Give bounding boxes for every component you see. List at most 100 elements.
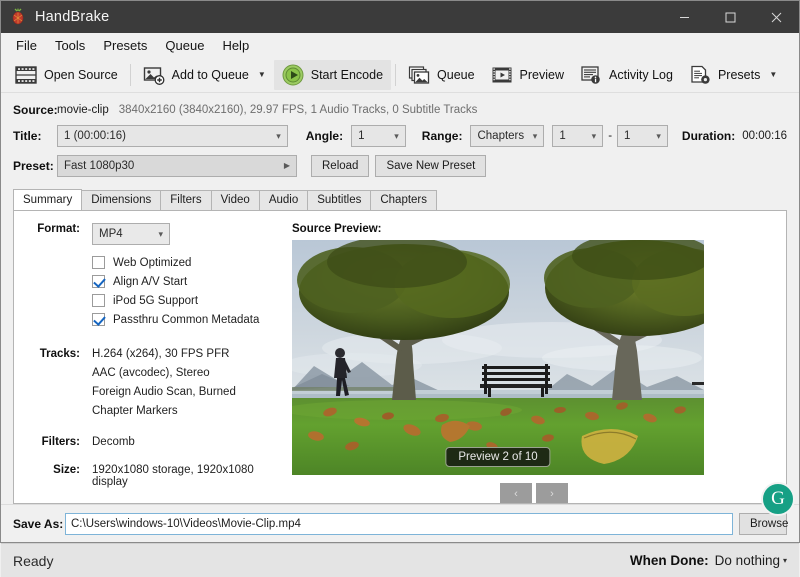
presets-toolbar-label: Presets	[717, 67, 761, 82]
preset-row: Preset: Fast 1080p30 ▶ Reload Save New P…	[13, 151, 787, 181]
filters-label: Filters:	[41, 436, 80, 448]
cursor-overlay-badge: G	[761, 482, 795, 516]
stacked-images-icon	[408, 65, 430, 85]
maximize-icon[interactable]	[707, 1, 753, 33]
chevron-down-icon: ▾	[532, 131, 538, 141]
menu-item-help[interactable]: Help	[213, 35, 258, 56]
source-details: 3840x2160 (3840x2160), 29.97 FPS, 1 Audi…	[118, 104, 478, 116]
align-av-start-label: Align A/V Start	[113, 275, 188, 288]
tab-subtitles[interactable]: Subtitles	[307, 190, 372, 210]
queue-button[interactable]: Queue	[400, 60, 483, 90]
source-metadata-area: Source: movie-clip 3840x2160 (3840x2160)…	[1, 93, 799, 181]
chevron-down-icon[interactable]: ▼	[769, 70, 777, 79]
track-item: H.264 (x264), 30 FPS PFR	[92, 348, 230, 360]
chevron-down-icon[interactable]: ▼	[258, 70, 266, 79]
start-encode-button[interactable]: Start Encode	[273, 59, 392, 90]
open-source-button[interactable]: Open Source	[7, 60, 126, 90]
title-select[interactable]: 1 (00:00:16) ▾	[57, 125, 288, 147]
align-av-start-checkbox[interactable]	[92, 275, 105, 288]
save-as-label: Save As:	[13, 517, 64, 531]
tab-summary[interactable]: Summary	[13, 189, 83, 210]
save-new-preset-button[interactable]: Save New Preset	[375, 155, 487, 177]
tracks-list: H.264 (x264), 30 FPS PFR AAC (avcodec), …	[92, 348, 236, 417]
tracks-row: Tracks: H.264 (x264), 30 FPS PFR AAC (av…	[14, 348, 290, 417]
activity-log-button[interactable]: Activity Log	[572, 60, 681, 90]
source-preview-image[interactable]: Preview 2 of 10	[292, 240, 704, 475]
source-preview-label: Source Preview:	[292, 223, 382, 235]
start-encode-label: Start Encode	[310, 67, 384, 82]
ipod-5g-support-checkbox-row[interactable]: iPod 5G Support	[14, 294, 290, 307]
activity-log-label: Activity Log	[609, 67, 673, 82]
range-end-select[interactable]: 1 ▾	[617, 125, 668, 147]
size-label: Size:	[53, 464, 80, 476]
tracks-label: Tracks:	[39, 348, 80, 360]
queue-label: Queue	[437, 67, 475, 82]
range-type-select[interactable]: Chapters ▾	[470, 125, 545, 147]
menu-item-tools[interactable]: Tools	[46, 35, 94, 56]
tab-chapters[interactable]: Chapters	[370, 190, 438, 210]
range-start-value: 1	[559, 130, 566, 142]
range-end-value: 1	[624, 130, 631, 142]
angle-label: Angle:	[305, 129, 344, 143]
preset-label: Preset:	[13, 159, 54, 173]
source-row: Source: movie-clip 3840x2160 (3840x2160)…	[13, 99, 787, 121]
preview-prev-button[interactable]: ‹	[500, 483, 532, 503]
size-row: Size: 1920x1080 storage, 1920x1080 displ…	[14, 464, 290, 488]
range-dash: -	[608, 130, 613, 142]
web-optimized-label: Web Optimized	[113, 256, 192, 269]
play-circle-icon	[282, 64, 304, 86]
browse-button[interactable]: Browse	[739, 513, 788, 535]
tab-dimensions[interactable]: Dimensions	[81, 190, 162, 210]
add-to-queue-label: Add to Queue	[171, 67, 249, 82]
ipod-5g-support-checkbox[interactable]	[92, 294, 105, 307]
duration-value: 00:00:16	[742, 130, 787, 142]
title-select-value: 1 (00:00:16)	[64, 130, 127, 142]
range-label: Range:	[421, 129, 463, 143]
toolbar-separator-1	[129, 63, 131, 86]
minimize-icon[interactable]	[661, 1, 707, 33]
when-done-value[interactable]: Do nothing	[715, 553, 780, 568]
menu-item-queue[interactable]: Queue	[156, 35, 213, 56]
close-icon[interactable]	[753, 1, 799, 33]
web-optimized-checkbox-row[interactable]: Web Optimized	[14, 256, 290, 269]
presets-toolbar-button[interactable]: Presets ▼	[681, 60, 785, 90]
menu-bar: File Tools Presets Queue Help	[1, 33, 799, 57]
tab-audio[interactable]: Audio	[258, 190, 309, 210]
film-frame-icon	[491, 65, 513, 85]
preset-select[interactable]: Fast 1080p30 ▶	[57, 155, 297, 177]
chevron-down-icon: ▾	[591, 131, 597, 141]
range-type-value: Chapters	[477, 130, 525, 142]
preview-button[interactable]: Preview	[483, 60, 572, 90]
passthru-metadata-label: Passthru Common Metadata	[113, 313, 260, 326]
format-select[interactable]: MP4 ▾	[92, 223, 170, 245]
save-as-input[interactable]	[65, 513, 733, 535]
open-source-label: Open Source	[44, 67, 118, 82]
title-row: Title: 1 (00:00:16) ▾ Angle: 1 ▾ Range: …	[13, 121, 787, 151]
tab-filters[interactable]: Filters	[160, 190, 212, 210]
window-title: HandBrake	[35, 9, 110, 25]
angle-select[interactable]: 1 ▾	[351, 125, 406, 147]
tab-video[interactable]: Video	[210, 190, 260, 210]
web-optimized-checkbox[interactable]	[92, 256, 105, 269]
passthru-metadata-checkbox[interactable]	[92, 313, 105, 326]
chevron-down-icon: ▾	[276, 131, 281, 141]
preset-select-value: Fast 1080p30	[64, 160, 135, 172]
chevron-down-icon: ▾	[656, 131, 661, 141]
menu-item-file[interactable]: File	[7, 35, 46, 56]
passthru-metadata-checkbox-row[interactable]: Passthru Common Metadata	[14, 313, 290, 326]
status-text: Ready	[13, 552, 54, 569]
ipod-5g-support-label: iPod 5G Support	[113, 294, 199, 307]
chevron-down-icon[interactable]: ▾	[783, 556, 787, 565]
chevron-down-icon: ▾	[394, 131, 399, 141]
range-start-select[interactable]: 1 ▾	[552, 125, 604, 147]
reload-button[interactable]: Reload	[311, 155, 370, 177]
add-to-queue-button[interactable]: Add to Queue ▼	[135, 60, 274, 90]
menu-item-presets[interactable]: Presets	[94, 35, 156, 56]
preview-counter-badge: Preview 2 of 10	[445, 447, 551, 467]
align-av-start-checkbox-row[interactable]: Align A/V Start	[14, 275, 290, 288]
format-label: Format:	[37, 223, 80, 235]
size-value: 1920x1080 storage, 1920x1080 display	[92, 464, 254, 488]
preview-next-button[interactable]: ›	[536, 483, 568, 503]
